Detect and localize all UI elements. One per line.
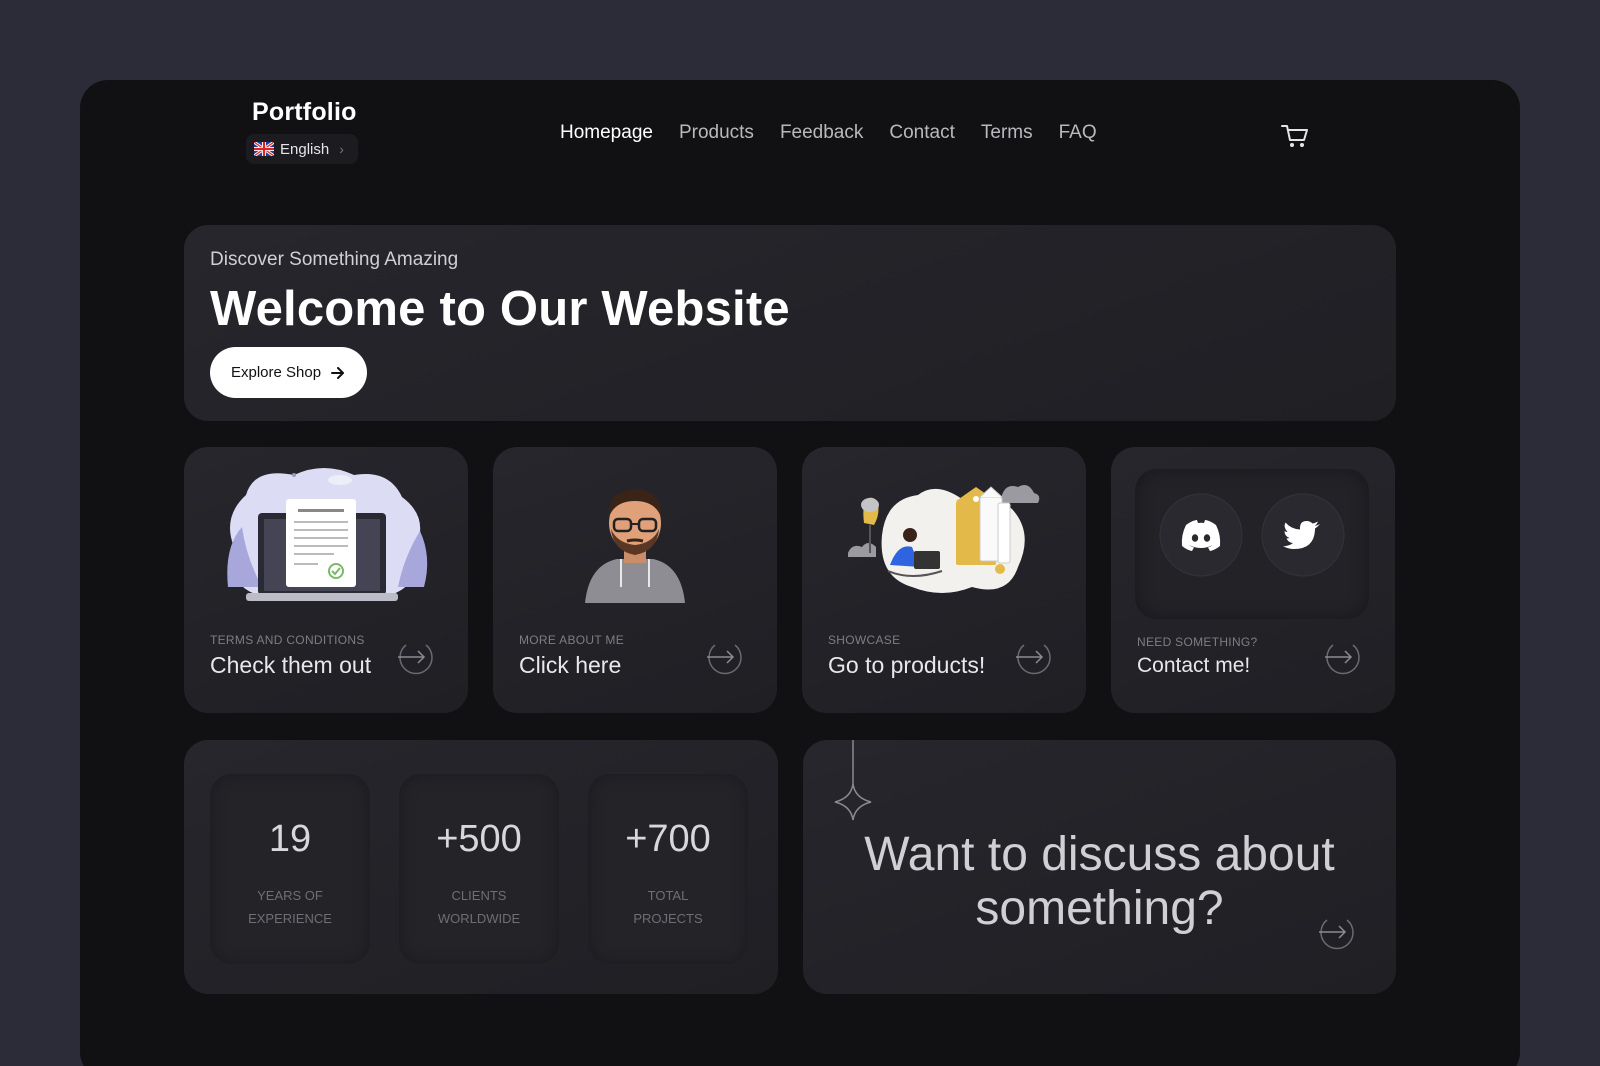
- stat-value: 19: [268, 818, 312, 860]
- stat-desc-line: TOTAL: [647, 888, 689, 903]
- tile-label: Click here: [519, 652, 622, 678]
- language-selector[interactable]: English ›: [246, 134, 358, 164]
- uk-flag-icon: [254, 142, 274, 156]
- tile-label: Contact me!: [1137, 654, 1251, 677]
- stat-description: CLIENTS WORLDWIDE: [399, 884, 559, 930]
- stat-value: +500: [436, 818, 522, 860]
- stats-card: 19 YEARS OF EXPERIENCE +500 CLIENTS WORL…: [184, 740, 778, 994]
- stat-description: YEARS OF EXPERIENCE: [210, 884, 370, 930]
- discord-icon[interactable]: [1159, 493, 1243, 577]
- chevron-right-icon: ›: [339, 141, 344, 157]
- nav-terms[interactable]: Terms: [981, 122, 1033, 144]
- shopping-cart-icon[interactable]: [1280, 122, 1310, 150]
- stat-desc-line: WORLDWIDE: [437, 911, 521, 926]
- hero-card: Discover Something Amazing Welcome to Ou…: [184, 225, 1396, 421]
- contact-tile[interactable]: NEED SOMETHING? Contact me!: [1111, 447, 1395, 713]
- discuss-card[interactable]: Want to discuss about something?: [803, 740, 1396, 994]
- tile-label: Go to products!: [828, 652, 986, 678]
- nav-feedback[interactable]: Feedback: [780, 122, 863, 144]
- stat-projects: +700 TOTAL PROJECTS: [588, 774, 748, 964]
- tile-kicker: MORE ABOUT ME: [519, 633, 625, 647]
- tile-label: Check them out: [210, 652, 372, 678]
- stat-value: +700: [625, 818, 711, 860]
- twitter-icon[interactable]: [1261, 493, 1345, 577]
- stat-desc-line: EXPERIENCE: [248, 911, 332, 926]
- about-tile[interactable]: MORE ABOUT ME Click here: [493, 447, 777, 713]
- stat-desc-line: YEARS OF: [257, 888, 323, 903]
- sparkle-icon: [834, 740, 872, 821]
- circle-arrow-icon[interactable]: [1012, 635, 1056, 679]
- explore-shop-button[interactable]: Explore Shop: [210, 347, 368, 398]
- circle-arrow-icon[interactable]: [394, 635, 438, 679]
- nav-homepage[interactable]: Homepage: [560, 122, 653, 144]
- stat-years: 19 YEARS OF EXPERIENCE: [210, 774, 370, 964]
- arrow-right-icon: [331, 366, 345, 379]
- stat-desc-line: CLIENTS: [451, 888, 507, 903]
- stat-desc-line: PROJECTS: [633, 911, 703, 926]
- brand-title[interactable]: Portfolio: [252, 98, 357, 127]
- circle-arrow-icon[interactable]: [1315, 910, 1359, 954]
- app-window: Portfolio English › Homepage Products Fe…: [80, 80, 1520, 1066]
- main-nav: Homepage Products Feedback Contact Terms…: [560, 122, 1097, 144]
- language-label: English: [280, 140, 330, 158]
- nav-faq[interactable]: FAQ: [1059, 122, 1097, 144]
- brand: Portfolio English ›: [246, 98, 358, 164]
- explore-shop-label: Explore Shop: [231, 364, 322, 381]
- stat-clients: +500 CLIENTS WORLDWIDE: [399, 774, 559, 964]
- circle-arrow-icon[interactable]: [703, 635, 747, 679]
- discuss-line: something?: [975, 882, 1224, 935]
- showcase-tile[interactable]: SHOWCASE Go to products!: [802, 447, 1086, 713]
- tile-kicker: NEED SOMETHING?: [1137, 635, 1258, 649]
- terms-tile[interactable]: TERMS AND CONDITIONS Check them out: [184, 447, 468, 713]
- hero-title: Welcome to Our Website: [210, 282, 790, 336]
- discuss-title: Want to discuss about something?: [803, 828, 1396, 936]
- avatar-illustration: [585, 489, 685, 603]
- nav-products[interactable]: Products: [679, 122, 754, 144]
- tile-kicker: TERMS AND CONDITIONS: [210, 633, 365, 647]
- nav-contact[interactable]: Contact: [889, 122, 954, 144]
- terms-document-illustration: [227, 468, 428, 601]
- stat-description: TOTAL PROJECTS: [588, 884, 748, 930]
- shopping-illustration: [848, 485, 1040, 593]
- discuss-line: Want to discuss about: [864, 828, 1335, 881]
- circle-arrow-icon[interactable]: [1321, 635, 1365, 679]
- tile-kicker: SHOWCASE: [828, 633, 901, 647]
- hero-kicker: Discover Something Amazing: [210, 249, 459, 270]
